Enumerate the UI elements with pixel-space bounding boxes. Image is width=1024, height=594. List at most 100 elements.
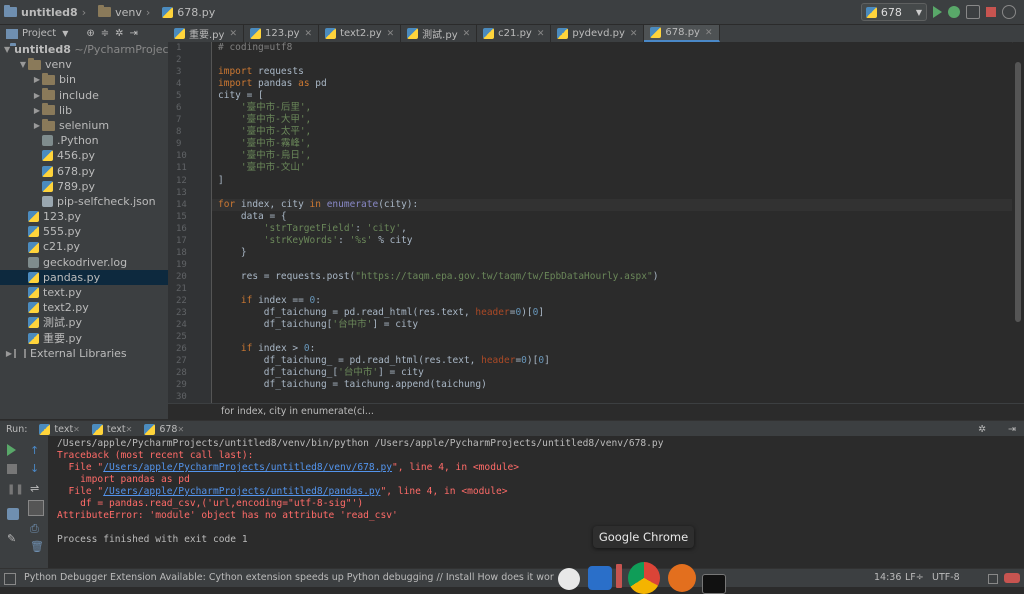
tree-root[interactable]: ▼ untitled8 ~/PycharmProjec (0, 42, 168, 57)
hide-icon[interactable]: ⇥ (130, 28, 138, 39)
tree-item-lib[interactable]: ▶ lib (0, 103, 168, 118)
project-view-select[interactable]: Project (22, 28, 56, 39)
collapse-icon[interactable]: ≑ (101, 28, 109, 39)
tree-external-libraries[interactable]: ▶ External Libraries (0, 346, 168, 361)
tree-item-bin[interactable]: ▶ bin (0, 72, 168, 87)
file-link[interactable]: /Users/apple/PycharmProjects/untitled8/v… (103, 462, 392, 473)
python-file-icon (28, 302, 39, 314)
tree-item-c21-py[interactable]: c21.py (0, 239, 168, 254)
layout-icon[interactable] (7, 508, 19, 520)
gear-icon[interactable]: ✲ (115, 28, 123, 39)
tree-item-geckodriver-log[interactable]: geckodriver.log (0, 255, 168, 270)
tree-item-py[interactable]: 重要.py (0, 331, 168, 346)
finder-app-icon[interactable] (588, 566, 612, 590)
run-tab[interactable]: 678 ✕ (138, 423, 190, 435)
run-console[interactable]: /Users/apple/PycharmProjects/untitled8/v… (48, 436, 1024, 568)
close-icon[interactable]: ✕ (537, 29, 545, 39)
tree-item-python[interactable]: .Python (0, 133, 168, 148)
tree-item-pandas-py[interactable]: pandas.py (0, 269, 168, 285)
hide-icon[interactable]: ⇥ (1008, 424, 1016, 435)
folder-icon (42, 72, 55, 85)
code-line: df_taichung_['台中市'] = city (263, 367, 424, 379)
arrow-down-icon[interactable]: ↓ (30, 462, 42, 475)
status-line-separator[interactable]: LF÷ (905, 569, 924, 587)
close-icon[interactable]: ✕ (305, 29, 313, 39)
close-icon[interactable]: ✕ (73, 425, 80, 434)
breadcrumb-file[interactable]: 678.py (158, 6, 219, 19)
arrow-up-icon[interactable]: ↑ (30, 444, 42, 457)
run-tab[interactable]: text ✕ (33, 423, 85, 435)
close-icon[interactable]: ✕ (229, 29, 237, 39)
scroll-to-end-icon[interactable] (28, 500, 44, 516)
rerun-icon[interactable] (7, 444, 16, 456)
pin-icon[interactable]: ✎ (7, 532, 19, 545)
line-number: 25 (176, 332, 187, 343)
code-line: '臺中市-大甲', (240, 114, 312, 126)
editor-scrollbar[interactable] (1013, 42, 1024, 403)
tree-item-678-py[interactable]: 678.py (0, 164, 168, 179)
status-encoding[interactable]: UTF-8 (932, 569, 960, 587)
line-number: 28 (176, 368, 187, 379)
gear-icon[interactable]: ✲ (978, 424, 986, 435)
scrollbar-thumb[interactable] (1015, 62, 1021, 322)
run-icon[interactable] (933, 6, 942, 18)
books-app-icon[interactable] (616, 564, 622, 588)
chrome-app-icon[interactable] (628, 562, 660, 594)
skull-app-icon[interactable] (558, 568, 580, 590)
tree-item-pip-selfcheck-json[interactable]: pip-selfcheck.json (0, 194, 168, 209)
editor-breadcrumb[interactable]: for index, city in enumerate(ci... (168, 403, 1024, 419)
status-time[interactable]: 14:36 (874, 569, 901, 587)
file-link[interactable]: /Users/apple/PycharmProjects/untitled8/p… (103, 486, 380, 497)
tree-item-456-py[interactable]: 456.py (0, 148, 168, 163)
tree-item-selenium[interactable]: ▶ selenium (0, 118, 168, 133)
tree-item-123-py[interactable]: 123.py (0, 209, 168, 224)
editor-tab[interactable]: text2.py ✕ (319, 25, 402, 42)
toolwindow-icon[interactable] (4, 573, 16, 585)
editor-tab[interactable]: 重要.py ✕ (168, 25, 244, 42)
chevron-down-icon[interactable]: ▼ (62, 29, 68, 38)
status-message[interactable]: Python Debugger Extension Available: Cyt… (24, 569, 554, 587)
python-file-icon (325, 28, 337, 39)
close-icon[interactable]: ✕ (705, 28, 713, 38)
editor-tab[interactable]: c21.py ✕ (477, 25, 552, 42)
close-icon[interactable]: ✕ (630, 29, 638, 39)
python-file-icon (865, 6, 877, 18)
code-line: '臺中市-文山' (240, 162, 306, 174)
tree-item-include[interactable]: ▶ include (0, 88, 168, 103)
run-config-select[interactable]: 678 ▼ (860, 3, 927, 21)
run-tab[interactable]: text ✕ (86, 423, 138, 435)
terminal-app-icon[interactable] (702, 574, 726, 594)
notifications-icon[interactable] (1004, 573, 1020, 583)
stop-icon[interactable] (986, 7, 996, 17)
debug-icon[interactable] (948, 6, 960, 18)
instruments-app-icon[interactable] (668, 564, 696, 592)
tree-item-venv[interactable]: ▼ venv (0, 57, 168, 72)
line-number: 5 (176, 91, 182, 102)
editor-tab[interactable]: 123.py ✕ (244, 25, 320, 42)
close-icon[interactable]: ✕ (463, 29, 471, 39)
tree-item-py[interactable]: 測試.py (0, 315, 168, 330)
tree-item-555-py[interactable]: 555.py (0, 224, 168, 239)
coverage-icon[interactable] (966, 5, 980, 19)
close-icon[interactable]: ✕ (387, 29, 395, 39)
tree-item-text2-py[interactable]: text2.py (0, 300, 168, 315)
search-icon[interactable] (1002, 5, 1016, 19)
stop-icon[interactable] (7, 464, 17, 474)
lock-icon[interactable] (988, 574, 998, 584)
print-icon[interactable]: ⎙ (30, 522, 42, 535)
close-icon[interactable]: ✕ (177, 425, 184, 434)
editor-tab[interactable]: 678.py ✕ (644, 25, 720, 42)
code-editor[interactable]: # coding=utf8 import requests import pan… (212, 42, 1012, 403)
editor-tab[interactable]: 測試.py ✕ (401, 25, 478, 42)
breadcrumb-project[interactable]: untitled8 › (0, 5, 94, 19)
pause-icon[interactable]: ❚❚ (7, 484, 24, 496)
soft-wrap-icon[interactable]: ⇌ (30, 482, 42, 495)
breadcrumb-folder[interactable]: venv › (94, 5, 158, 19)
tree-item-789-py[interactable]: 789.py (0, 179, 168, 194)
trash-icon[interactable]: 🗑 (30, 540, 44, 553)
sync-icon[interactable]: ⊕ (86, 28, 94, 39)
close-icon[interactable]: ✕ (126, 425, 133, 434)
line-number: 27 (176, 356, 187, 367)
editor-tab[interactable]: pydevd.py ✕ (551, 25, 645, 42)
tree-item-text-py[interactable]: text.py (0, 285, 168, 300)
